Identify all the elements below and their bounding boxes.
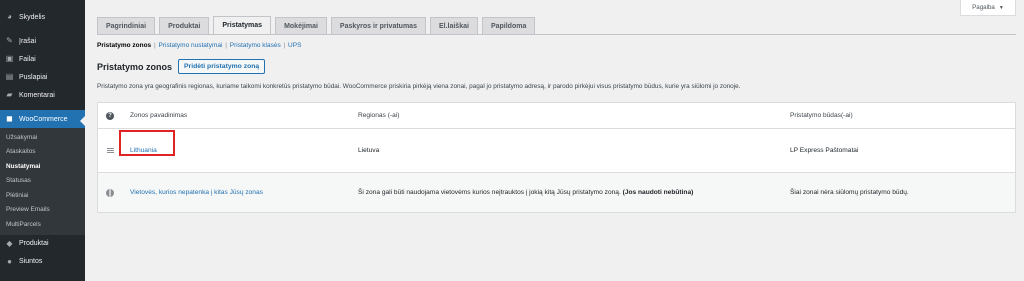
sidebar-item-label: Failai — [19, 55, 36, 63]
submenu-item-status[interactable]: Statusas — [0, 174, 85, 189]
sidebar-item-label: Įrašai — [19, 37, 37, 45]
submenu-item-multiparcels[interactable]: MultiParcels — [0, 217, 85, 232]
zone-name-cell: Vietovės, kurios nepatenka į kitas Jūsų … — [130, 173, 263, 212]
tab-general[interactable]: Pagrindiniai — [97, 17, 156, 34]
shipping-subnav: Pristatymo zonos | Pristatymo nustatymai… — [97, 42, 301, 49]
submenu-item-orders[interactable]: Užsakymai — [0, 130, 85, 145]
sidebar-item-label: WooCommerce — [19, 115, 68, 123]
tab-advanced[interactable]: Papildoma — [481, 17, 536, 34]
page-title: Pristatymo zonos — [97, 61, 173, 72]
pages-icon: ▤ — [5, 72, 14, 81]
subnav-current-zones[interactable]: Pristatymo zonos — [97, 42, 151, 49]
sidebar-item-label: Komentarai — [19, 91, 55, 99]
tabs-divider — [97, 34, 1016, 35]
subnav-link-shipping-classes[interactable]: Pristatymo klasės — [230, 42, 281, 49]
tab-shipping[interactable]: Pristatymas — [213, 16, 272, 34]
sidebar-item-label: Puslapiai — [19, 73, 48, 81]
sidebar-item-label: Siuntos — [19, 258, 43, 265]
zones-description: Pristatymo zona yra geografinis regionas… — [97, 83, 741, 90]
tab-products[interactable]: Produktai — [159, 17, 210, 34]
help-icon[interactable]: ? — [106, 111, 114, 120]
zone-methods-cell: LP Express Paštomatai — [790, 147, 859, 154]
sidebar-item-label: Produktai — [19, 240, 49, 247]
zone-region-cell: Lietuva — [358, 147, 380, 154]
caret-down-icon: ▼ — [998, 4, 1004, 11]
woocommerce-submenu: Užsakymai Ataskaitos Nustatymai Statusas… — [0, 128, 85, 235]
rest-of-world-optional-note: (Jos naudoti nebūtina) — [622, 189, 694, 196]
column-header-zone-name: Zonos pavadinimas — [130, 112, 188, 119]
row-drag-handle[interactable] — [104, 129, 116, 172]
products-icon: ◆ — [6, 238, 13, 248]
zones-heading: Pristatymo zonos Pridėti pristatymo zoną — [97, 59, 266, 74]
column-header-methods: Pristatymo būdas(-ai) — [790, 112, 853, 119]
shipments-icon: ● — [7, 256, 12, 266]
add-shipping-zone-button[interactable]: Pridėti pristatymo zoną — [178, 59, 266, 74]
rest-of-world-zone-link[interactable]: Vietovės, kurios nepatenka į kitas Jūsų … — [130, 189, 263, 196]
sidebar-item-label: Skydelis — [19, 13, 46, 21]
settings-tabs: Pagrindiniai Produktai Pristatymas Mokėj… — [97, 16, 539, 34]
submenu-item-reports[interactable]: Ataskaitos — [0, 145, 85, 160]
subnav-link-shipping-options[interactable]: Pristatymo nustatymai — [159, 42, 223, 49]
help-label: Pagalba — [972, 4, 995, 11]
admin-sidebar: ◕ Skydelis ✎ Įrašai ▣ Failai ▤ Puslapiai… — [0, 0, 85, 281]
shipping-zones-table: ? Zonos pavadinimas Regionas (-ai) Prist… — [97, 102, 1016, 213]
tab-payments[interactable]: Mokėjimai — [275, 17, 327, 34]
subnav-separator: | — [154, 42, 156, 49]
sidebar-item-products[interactable]: ◆ Produktai — [0, 235, 85, 253]
rest-of-world-region-text: Ši zona gali būti naudojama vietovėms ku… — [358, 189, 621, 196]
sidebar-item-dashboard[interactable]: ◕ Skydelis — [0, 8, 85, 26]
pin-icon: ✎ — [6, 36, 13, 45]
menu-pointer — [80, 116, 85, 126]
comments-icon: ▰ — [6, 90, 13, 99]
zone-methods-cell: Šiai zonai nėra siūlomų pristatymo būdų. — [790, 189, 909, 196]
globe-icon — [106, 188, 114, 197]
tab-accounts-privacy[interactable]: Paskyros ir privatumas — [330, 17, 426, 34]
drag-handle-icon — [106, 148, 114, 153]
submenu-item-extensions[interactable]: Plėtiniai — [0, 188, 85, 203]
table-header-row: ? Zonos pavadinimas Regionas (-ai) Prist… — [98, 103, 1015, 129]
zone-region-cell: Ši zona gali būti naudojama vietovėms ku… — [358, 173, 693, 212]
sidebar-item-shipments[interactable]: ● Siuntos — [0, 253, 85, 271]
media-icon: ▣ — [5, 54, 14, 63]
dashboard-icon: ◕ — [7, 12, 12, 21]
help-tab-button[interactable]: Pagalba ▼ — [960, 0, 1016, 16]
tab-emails[interactable]: El.laiškai — [429, 17, 478, 34]
submenu-item-preview-emails[interactable]: Preview Emails — [0, 203, 85, 218]
subnav-separator: | — [283, 42, 286, 49]
submenu-item-settings[interactable]: Nustatymai — [0, 159, 85, 174]
table-row: Lithuania Lietuva LP Express Paštomatai — [98, 129, 1015, 173]
woocommerce-icon: ◼ — [6, 114, 13, 123]
sidebar-item-woocommerce[interactable]: ◼ WooCommerce — [0, 110, 85, 128]
sidebar-item-pages[interactable]: ▤ Puslapiai — [0, 68, 85, 86]
sidebar-item-posts[interactable]: ✎ Įrašai — [0, 32, 85, 50]
sidebar-item-media[interactable]: ▣ Failai — [0, 50, 85, 68]
column-header-regions: Regionas (-ai) — [358, 112, 400, 119]
table-header-help: ? — [104, 103, 116, 128]
subnav-separator: | — [225, 42, 227, 49]
table-row-rest-of-world: Vietovės, kurios nepatenka į kitas Jūsų … — [98, 173, 1015, 212]
subnav-link-ups[interactable]: UPS — [288, 42, 301, 49]
rest-of-world-icon-cell — [104, 173, 116, 212]
sidebar-item-comments[interactable]: ▰ Komentarai — [0, 86, 85, 104]
annotation-highlight-box — [119, 130, 175, 156]
